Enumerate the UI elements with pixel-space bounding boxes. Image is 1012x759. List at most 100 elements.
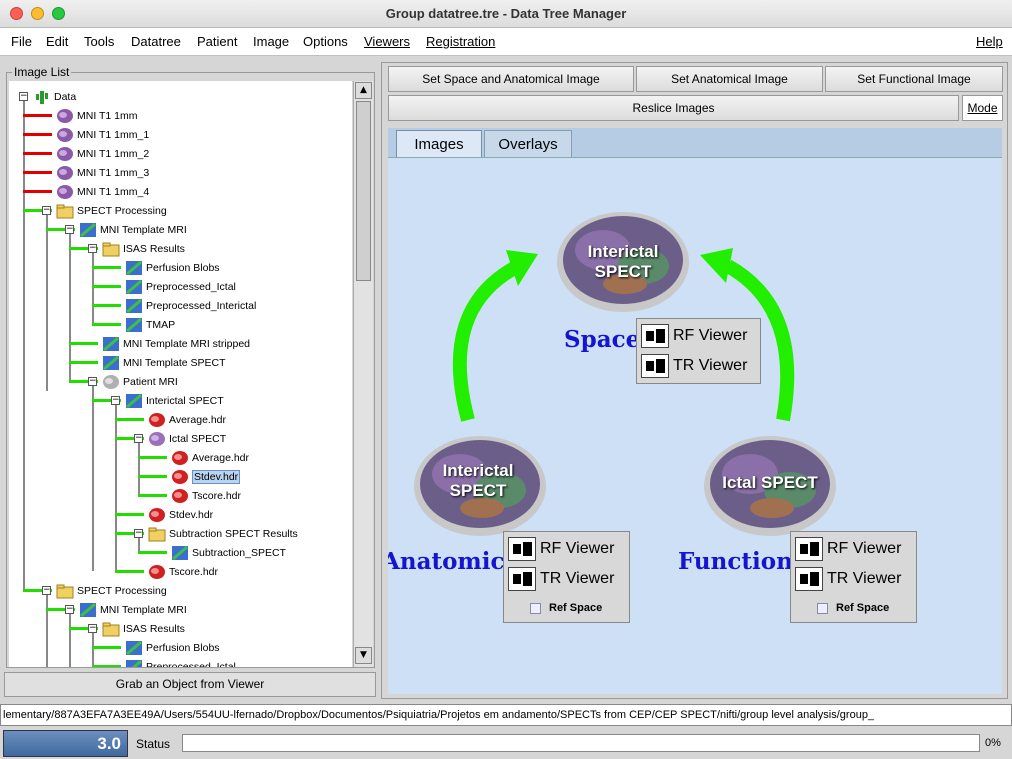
tree-item[interactable]: Stdev.hdr: [171, 467, 241, 486]
tree-toggle-icon[interactable]: −: [88, 377, 97, 386]
tree-item[interactable]: MNI T1 1mm_1: [56, 125, 149, 144]
tree-toggle-icon[interactable]: −: [88, 244, 97, 253]
tree-item[interactable]: Tscore.hdr: [148, 562, 218, 581]
tree-item[interactable]: Subtraction_SPECT: [171, 543, 286, 562]
menu-help[interactable]: Help: [976, 34, 1003, 49]
tree-item-label: TMAP: [146, 318, 176, 331]
tree-item[interactable]: Perfusion Blobs: [125, 258, 220, 277]
mode-button[interactable]: Mode: [962, 95, 1003, 121]
tree-item[interactable]: SPECT Processing: [56, 581, 167, 600]
tree-item[interactable]: Average.hdr: [148, 410, 226, 429]
tree-item[interactable]: Stdev.hdr: [148, 505, 213, 524]
tree-item-label: Average.hdr: [192, 451, 250, 464]
space-tr-viewer-button[interactable]: TR Viewer: [641, 353, 747, 379]
tree-branch-line: [69, 342, 98, 345]
menu-options[interactable]: Options: [303, 34, 348, 49]
menu-registration[interactable]: Registration: [426, 34, 495, 49]
tree-scrollbar[interactable]: ▲ ▼: [353, 81, 373, 667]
tree-item[interactable]: MNI Template MRI: [79, 600, 187, 619]
tree-item[interactable]: MNI T1 1mm: [56, 106, 137, 125]
tree-branch-line: [92, 285, 121, 288]
viewer-icon: [508, 537, 536, 561]
tree-toggle-icon[interactable]: −: [88, 624, 97, 633]
tree-item[interactable]: MNI T1 1mm_4: [56, 182, 149, 201]
reslice-images-button[interactable]: Reslice Images: [388, 95, 959, 121]
functional-ref-space-checkbox[interactable]: Ref Space: [817, 602, 889, 614]
functional-rf-viewer-button[interactable]: RF Viewer: [795, 536, 901, 562]
tree-item[interactable]: MNI Template MRI stripped: [102, 334, 250, 353]
menu-tools[interactable]: Tools: [84, 34, 114, 49]
tree-branch-line: [23, 152, 52, 155]
tree-toggle-icon[interactable]: −: [19, 92, 28, 101]
tree-item-label: Preprocessed_Ictal: [146, 280, 236, 293]
tree-toggle-icon[interactable]: −: [42, 206, 51, 215]
menu-edit[interactable]: Edit: [46, 34, 68, 49]
tree-item[interactable]: Interictal SPECT: [125, 391, 224, 410]
tree-item[interactable]: MNI T1 1mm_2: [56, 144, 149, 163]
set-anatomical-button[interactable]: Set Anatomical Image: [636, 66, 823, 92]
scroll-down-icon[interactable]: ▼: [355, 647, 372, 664]
tree-toggle-icon[interactable]: −: [42, 586, 51, 595]
anatomical-ref-space-checkbox[interactable]: Ref Space: [530, 602, 602, 614]
tree-item-label: Tscore.hdr: [192, 489, 242, 502]
space-rf-viewer-button[interactable]: RF Viewer: [641, 323, 747, 349]
tree-guide-line: [138, 438, 140, 495]
path-field[interactable]: lementary/887A3EFA7A3EE49A/Users/554UU-l…: [0, 704, 1012, 726]
image-tree[interactable]: − Data MNI T1 1mm MNI T1 1mm_1 MNI T1 1mm_2 M…: [9, 81, 352, 667]
tree-item[interactable]: ISAS Results: [102, 619, 185, 638]
tree-item[interactable]: Patient MRI: [102, 372, 178, 391]
tree-item[interactable]: Perfusion Blobs: [125, 638, 220, 657]
transform-icon: [79, 602, 97, 618]
tree-item[interactable]: MNI Template SPECT: [102, 353, 226, 372]
tree-toggle-icon[interactable]: −: [65, 225, 74, 234]
folder-icon: [102, 241, 120, 257]
tree-toggle-icon[interactable]: −: [134, 529, 143, 538]
checkbox-icon[interactable]: [530, 602, 541, 614]
scroll-thumb[interactable]: [356, 101, 371, 281]
functional-viewer-box: RF Viewer TR Viewer Ref Space: [790, 531, 917, 623]
tree-branch-line: [138, 551, 167, 554]
tree-item[interactable]: TMAP: [125, 315, 175, 334]
tree-toggle-icon[interactable]: −: [134, 434, 143, 443]
menu-image[interactable]: Image: [253, 34, 289, 49]
transform-icon: [125, 317, 143, 333]
tree-guide-line: [46, 590, 48, 667]
window-title-bar: Group datatree.tre - Data Tree Manager: [0, 0, 1012, 28]
tree-item-label: Preprocessed_Ictal: [146, 660, 236, 668]
tree-item[interactable]: MNI T1 1mm_3: [56, 163, 149, 182]
functional-tr-viewer-button[interactable]: TR Viewer: [795, 566, 901, 592]
grab-object-button[interactable]: Grab an Object from Viewer: [4, 672, 376, 697]
tree-item[interactable]: Preprocessed_Ictal: [125, 277, 236, 296]
folder-icon: [56, 203, 74, 219]
tree-toggle-icon[interactable]: −: [65, 605, 74, 614]
menu-file[interactable]: File: [11, 34, 32, 49]
tree-item[interactable]: SPECT Processing: [56, 201, 167, 220]
checkbox-icon[interactable]: [817, 602, 828, 614]
menu-viewers[interactable]: Viewers: [364, 34, 410, 49]
view-tabs: Images Overlays: [388, 128, 1002, 158]
scroll-up-icon[interactable]: ▲: [355, 82, 372, 99]
tab-overlays[interactable]: Overlays: [484, 130, 572, 157]
tree-item[interactable]: Preprocessed_Interictal: [125, 296, 256, 315]
set-space-anatomical-button[interactable]: Set Space and Anatomical Image: [388, 66, 634, 92]
tree-item[interactable]: Tscore.hdr: [171, 486, 241, 505]
tree-branch-line: [23, 133, 52, 136]
anatomical-tr-viewer-button[interactable]: TR Viewer: [508, 566, 614, 592]
set-functional-button[interactable]: Set Functional Image: [825, 66, 1003, 92]
tree-item[interactable]: ISAS Results: [102, 239, 185, 258]
tree-item[interactable]: Ictal SPECT: [148, 429, 226, 448]
tab-images[interactable]: Images: [396, 130, 482, 157]
tree-toggle-icon[interactable]: −: [111, 396, 120, 405]
tree-item[interactable]: Preprocessed_Ictal: [125, 657, 236, 667]
tree-branch-line: [115, 570, 144, 573]
menu-datatree[interactable]: Datatree: [131, 34, 181, 49]
tree-item[interactable]: MNI Template MRI: [79, 220, 187, 239]
menu-patient[interactable]: Patient: [197, 34, 237, 49]
tree-item[interactable]: Average.hdr: [171, 448, 249, 467]
tree-item[interactable]: Data: [33, 87, 76, 106]
tree-item[interactable]: Subtraction SPECT Results: [148, 524, 298, 543]
tree-branch-line: [92, 323, 121, 326]
registration-diagram: Interictal SPECT Interictal SPECT Ictal SP…: [388, 158, 1002, 694]
anatomical-rf-viewer-button[interactable]: RF Viewer: [508, 536, 614, 562]
brain-icon: [148, 564, 166, 580]
